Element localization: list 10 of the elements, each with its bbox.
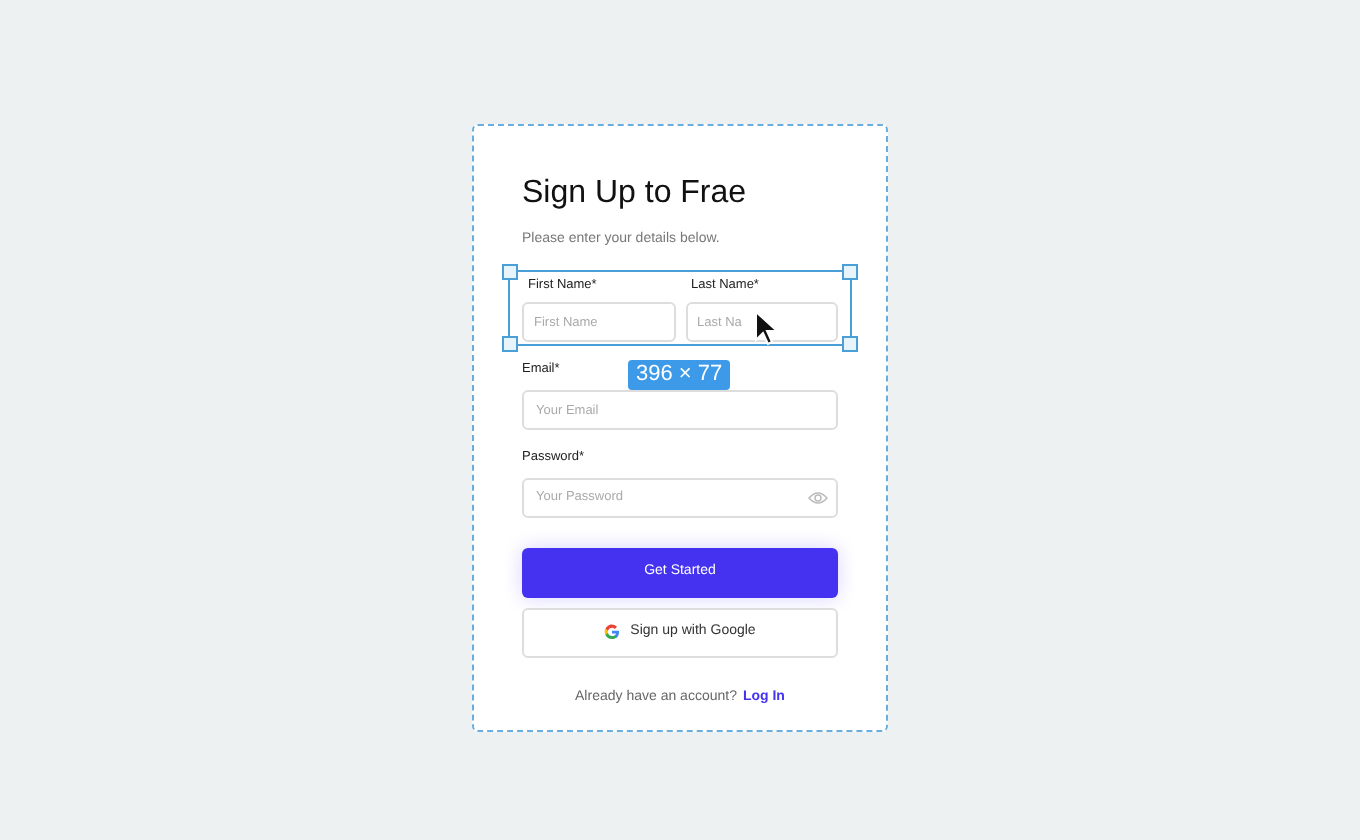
- eye-icon[interactable]: [808, 490, 828, 505]
- resize-handle[interactable]: [502, 336, 518, 352]
- resize-handle[interactable]: [842, 264, 858, 280]
- resize-handle[interactable]: [842, 336, 858, 352]
- selection-box[interactable]: [508, 270, 852, 346]
- google-icon: [604, 624, 621, 641]
- resize-handle[interactable]: [502, 264, 518, 280]
- cursor-icon: [754, 310, 780, 346]
- dimension-label: 396 × 77: [628, 360, 731, 390]
- form-title: Sign Up to Frae: [522, 174, 749, 214]
